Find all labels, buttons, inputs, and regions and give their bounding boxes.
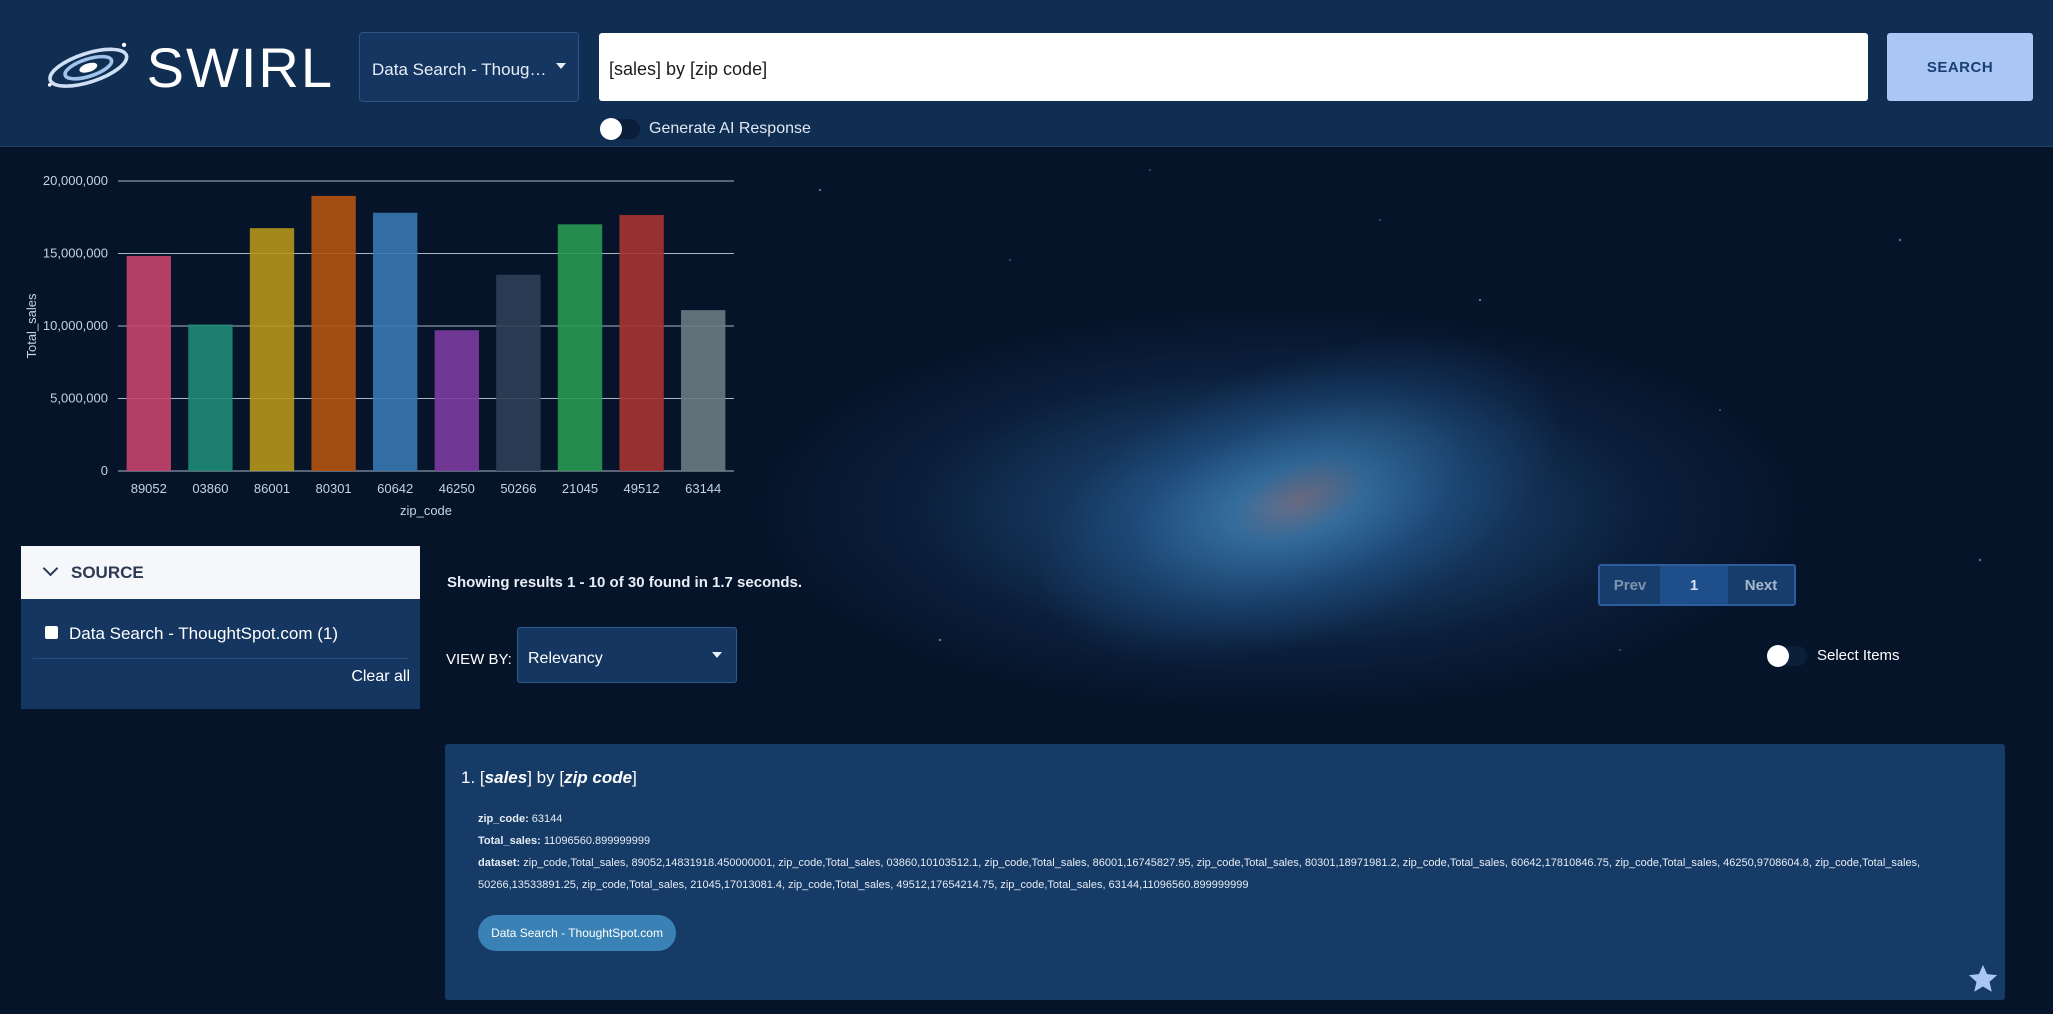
chevron-down-icon: [712, 652, 722, 658]
y-tick-label: 0: [101, 463, 108, 478]
chevron-down-icon: [42, 560, 59, 577]
view-by-label: VIEW BY:: [446, 651, 512, 668]
field-row: Total_sales: 11096560.899999999: [478, 830, 1958, 852]
field-row: dataset: zip_code,Total_sales, 89052,148…: [478, 852, 1958, 896]
bar-50266: [496, 274, 541, 471]
x-tick-label: 63144: [685, 481, 721, 496]
field-value: 11096560.899999999: [543, 835, 651, 847]
chevron-down-icon: [556, 63, 566, 69]
field-value: 63144: [531, 813, 563, 825]
source-facet-checkbox[interactable]: [45, 626, 58, 639]
x-tick-label: 86001: [254, 481, 290, 496]
result-fields: zip_code: 63144 Total_sales: 11096560.89…: [478, 808, 1958, 896]
header-bar: SWIRL Data Search - ThoughtSpot.com [sal…: [0, 0, 2053, 147]
source-facet-title: SOURCE: [71, 563, 144, 582]
x-tick-label: 03860: [192, 481, 228, 496]
field-key: dataset:: [478, 857, 521, 869]
x-axis-label: zip_code: [400, 503, 452, 518]
bar-49512: [619, 215, 664, 471]
view-by-select[interactable]: Relevancy: [517, 627, 737, 683]
title-highlight: sales: [484, 768, 528, 787]
field-row: zip_code: 63144: [478, 808, 1958, 830]
bar-86001: [249, 228, 295, 471]
results-summary: Showing results 1 - 10 of 30 found in 1.…: [447, 574, 803, 591]
result-source-tag[interactable]: Data Search - ThoughtSpot.com: [478, 915, 676, 951]
ai-response-label: Generate AI Response: [649, 120, 811, 137]
y-axis-label: Total_sales: [24, 293, 39, 359]
y-tick-label: 20,000,000: [43, 173, 108, 188]
source-facet-item-label: Data Search - ThoughtSpot.com (1): [69, 624, 338, 643]
select-items-toggle[interactable]: [1767, 645, 1807, 667]
search-query-text: [sales] by [zip code]: [609, 59, 768, 79]
bar-03860: [188, 324, 233, 471]
bar-60642: [373, 212, 418, 471]
source-facet-panel: SOURCE Data Search - ThoughtSpot.com (1)…: [21, 546, 420, 709]
bar-80301: [311, 195, 356, 471]
bar-63144: [681, 310, 726, 471]
y-tick-label: 15,000,000: [43, 246, 108, 261]
swirl-galaxy-logo-icon: [47, 42, 129, 88]
search-input[interactable]: [sales] by [zip code]: [599, 33, 1868, 101]
galaxy-background: [987, 265, 1613, 735]
y-tick-label: 10,000,000: [43, 318, 108, 333]
x-tick-label: 80301: [316, 481, 352, 496]
x-tick-label: 60642: [377, 481, 413, 496]
title-highlight: zip code: [564, 768, 633, 787]
x-tick-label: 89052: [131, 481, 167, 496]
x-tick-label: 21045: [562, 481, 598, 496]
x-tick-label: 50266: [500, 481, 536, 496]
bar-46250: [434, 330, 479, 471]
source-selector[interactable]: Data Search - ThoughtSpot.com: [359, 32, 579, 102]
current-page-button[interactable]: 1: [1660, 566, 1728, 604]
swirl-logo[interactable]: SWIRL: [44, 26, 334, 108]
prev-page-button[interactable]: Prev: [1600, 566, 1660, 604]
title-part: ] by [: [527, 768, 565, 787]
source-selector-value: Data Search - ThoughtSpot.com: [372, 60, 550, 79]
divider: [33, 658, 408, 659]
field-value: zip_code,Total_sales, 89052,14831918.450…: [478, 857, 1921, 891]
result-card: 1. [sales] by [zip code] zip_code: 63144…: [445, 744, 2005, 1000]
app-name: SWIRL: [146, 35, 334, 99]
view-by-value: Relevancy: [528, 650, 603, 667]
y-tick-label: 5,000,000: [50, 391, 108, 406]
result-index: 1.: [461, 768, 476, 787]
bar-21045: [557, 224, 603, 471]
toggle-knob: [600, 118, 622, 140]
result-title[interactable]: 1. [sales] by [zip code]: [461, 768, 637, 788]
ai-response-toggle[interactable]: [600, 118, 640, 140]
field-key: Total_sales:: [478, 835, 541, 847]
clear-all-link[interactable]: Clear all: [351, 668, 410, 686]
bar-89052: [126, 255, 171, 471]
search-button[interactable]: SEARCH: [1887, 33, 2033, 101]
x-tick-label: 49512: [624, 481, 660, 496]
star-icon[interactable]: [1966, 962, 2000, 996]
x-tick-label: 46250: [439, 481, 475, 496]
field-key: zip_code:: [478, 813, 529, 825]
title-part: ]: [632, 768, 637, 787]
sales-by-zip-chart: 0 5,000,000 10,000,000 15,000,000 20,000,000…: [24, 173, 734, 518]
source-facet-header[interactable]: SOURCE: [21, 546, 420, 599]
pagination: Prev 1 Next: [1598, 564, 1796, 606]
toggle-knob: [1767, 645, 1789, 667]
next-page-button[interactable]: Next: [1728, 566, 1794, 604]
select-items-label: Select Items: [1817, 647, 1900, 664]
